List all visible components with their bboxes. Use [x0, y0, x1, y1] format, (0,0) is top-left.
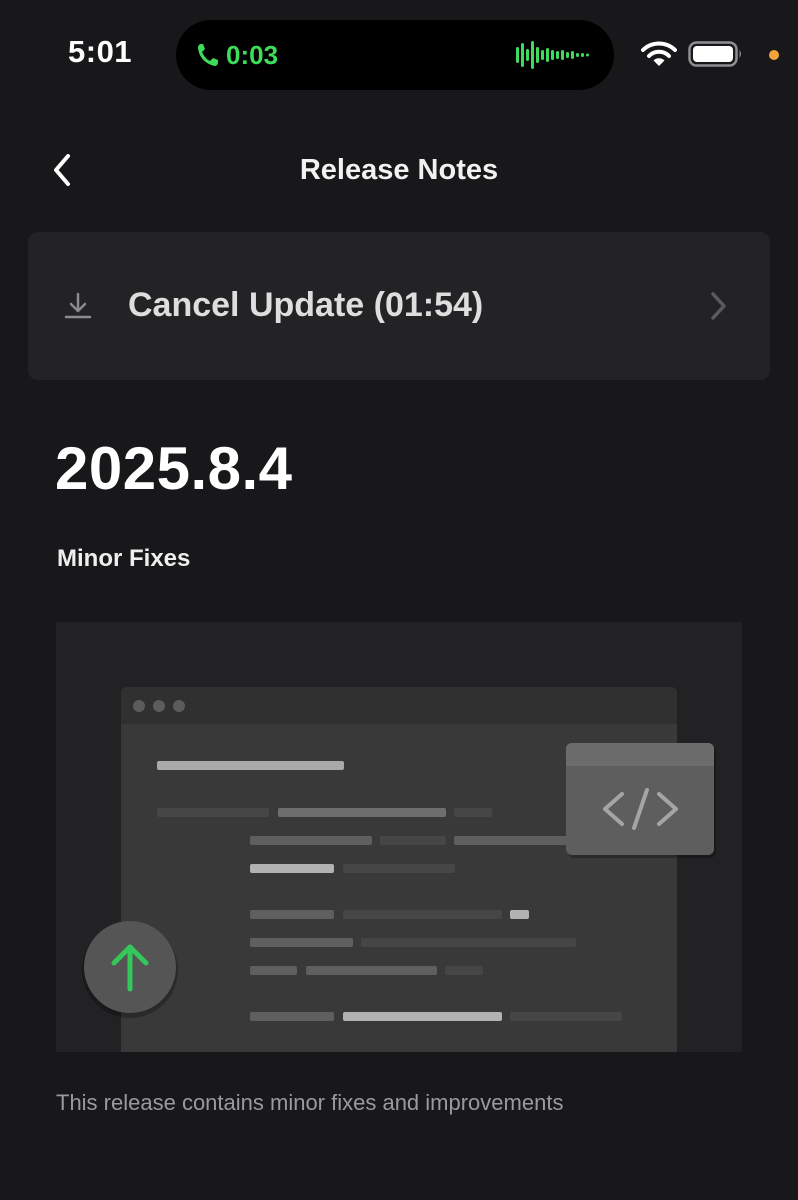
- release-description: This release contains minor fixes and im…: [56, 1090, 564, 1115]
- call-timer: 0:03: [226, 40, 279, 70]
- code-icon: [566, 743, 716, 858]
- chevron-right-icon: [711, 292, 726, 320]
- privacy-indicator-dot: [769, 50, 779, 60]
- release-illustration: [56, 622, 742, 1052]
- cancel-update-button[interactable]: Cancel Update (01:54): [28, 232, 770, 380]
- cancel-update-label: Cancel Update (01:54): [128, 286, 484, 324]
- waveform-icon: [516, 41, 589, 69]
- phone-icon: [198, 44, 218, 66]
- download-icon: [64, 292, 92, 319]
- page-title: Release Notes: [299, 154, 499, 186]
- release-version: 2025.8.4: [55, 435, 293, 502]
- dynamic-island[interactable]: 0:03: [176, 20, 614, 90]
- browser-window-illustration: [121, 687, 677, 1052]
- status-time: 5:01: [68, 34, 133, 69]
- battery-icon: [688, 41, 741, 67]
- wifi-icon: [641, 41, 677, 66]
- release-subtitle: Minor Fixes: [57, 545, 191, 572]
